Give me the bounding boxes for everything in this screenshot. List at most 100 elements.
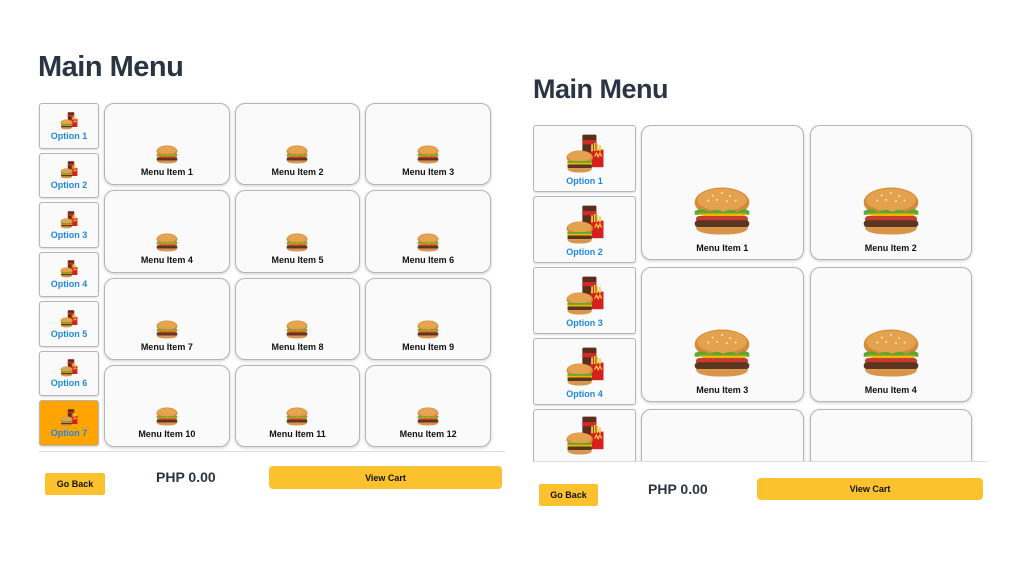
menu-item-tile[interactable]: Menu Item 1 bbox=[641, 125, 804, 260]
burger-meal-icon bbox=[59, 358, 79, 378]
category-option-4[interactable]: Option 4 bbox=[39, 251, 99, 297]
menu-item-tile[interactable]: Menu Item 9 bbox=[365, 277, 491, 360]
burger-meal-icon bbox=[563, 203, 607, 247]
go-back-button[interactable]: Go Back bbox=[45, 473, 105, 495]
burger-meal-icon bbox=[563, 274, 607, 318]
menu-item-label: Menu Item 9 bbox=[402, 341, 455, 352]
burger-meal-icon bbox=[563, 132, 607, 176]
burger-icon bbox=[155, 407, 179, 426]
menu-item-tile[interactable]: Menu Item 10 bbox=[104, 364, 230, 447]
option-label: Option 3 bbox=[566, 317, 603, 328]
category-option-5[interactable]: Option 5 bbox=[39, 301, 99, 347]
footer-divider bbox=[39, 451, 505, 452]
burger-icon bbox=[285, 320, 309, 339]
menu-item-label: Menu Item 3 bbox=[696, 385, 749, 395]
menu-item-tile[interactable]: Menu Item 1 bbox=[104, 103, 230, 186]
burger-icon bbox=[285, 145, 309, 164]
burger-icon bbox=[285, 233, 309, 252]
menu-item-tile[interactable]: Menu Item 11 bbox=[234, 364, 361, 447]
category-option-2[interactable]: Option 2 bbox=[533, 196, 636, 263]
menu-item-tile[interactable]: Menu Item 7 bbox=[104, 277, 230, 360]
menu-item-label: Menu Item 1 bbox=[696, 243, 749, 253]
burger-meal-icon bbox=[59, 309, 79, 329]
option-label: Option 2 bbox=[566, 246, 603, 257]
burger-icon bbox=[860, 186, 922, 236]
category-option-5[interactable] bbox=[533, 409, 636, 461]
burger-icon bbox=[416, 145, 440, 164]
menu-item-label: Menu Item 3 bbox=[402, 167, 455, 178]
scroll-viewport[interactable]: Option 1 Option 2 Option 3 Option 4 Menu… bbox=[533, 125, 978, 461]
menu-item-label: Menu Item 8 bbox=[271, 341, 324, 352]
category-option-6[interactable]: Option 6 bbox=[39, 350, 99, 396]
cart-total: PHP 0.00 bbox=[156, 469, 216, 485]
burger-meal-icon bbox=[59, 259, 79, 279]
option-label: Option 1 bbox=[50, 130, 88, 141]
page-title: Main Menu bbox=[533, 74, 669, 104]
menu-item-label: Menu Item 11 bbox=[269, 429, 326, 439]
category-option-3[interactable]: Option 3 bbox=[39, 202, 99, 248]
burger-meal-icon bbox=[563, 414, 607, 458]
category-option-2[interactable]: Option 2 bbox=[39, 152, 99, 198]
option-label: Option 3 bbox=[50, 229, 88, 240]
menu-item-grid: Menu Item 1 Menu Item 2 Menu Item 3 Menu… bbox=[641, 125, 972, 461]
option-label: Option 7 bbox=[50, 427, 88, 438]
burger-meal-icon bbox=[59, 408, 79, 428]
menu-item-label: Menu Item 10 bbox=[138, 429, 196, 439]
menu-item-tile[interactable]: Menu Item 2 bbox=[234, 103, 361, 186]
burger-icon bbox=[155, 145, 179, 164]
option-label: Option 2 bbox=[50, 180, 88, 191]
menu-item-label: Menu Item 2 bbox=[271, 167, 324, 178]
burger-meal-icon bbox=[563, 345, 607, 389]
category-sidebar: Option 1 Option 2 Option 3 Option 4 Opti… bbox=[39, 103, 99, 446]
burger-icon bbox=[155, 233, 179, 252]
option-label: Option 4 bbox=[566, 388, 603, 399]
burger-icon bbox=[285, 407, 309, 426]
menu-item-label: Menu Item 4 bbox=[140, 254, 193, 265]
menu-item-tile[interactable]: Menu Item 8 bbox=[234, 277, 361, 360]
option-label: Option 5 bbox=[50, 328, 88, 339]
burger-icon bbox=[416, 407, 440, 426]
category-option-3[interactable]: Option 3 bbox=[533, 267, 636, 334]
category-option-1[interactable]: Option 1 bbox=[533, 125, 636, 192]
option-label: Option 1 bbox=[566, 175, 603, 186]
view-cart-button[interactable]: View Cart bbox=[269, 466, 502, 489]
menu-item-tile[interactable] bbox=[641, 409, 804, 461]
menu-item-label: Menu Item 4 bbox=[864, 385, 917, 395]
burger-icon bbox=[691, 328, 753, 378]
menu-item-label: Menu Item 5 bbox=[271, 254, 324, 265]
page-title: Main Menu bbox=[38, 51, 184, 83]
menu-item-label: Menu Item 6 bbox=[402, 254, 455, 265]
burger-icon bbox=[860, 328, 922, 378]
category-option-4[interactable]: Option 4 bbox=[533, 338, 636, 405]
footer-divider bbox=[533, 461, 987, 462]
burger-icon bbox=[155, 320, 179, 339]
category-option-7[interactable]: Option 7 bbox=[39, 400, 99, 446]
menu-item-tile[interactable]: Menu Item 4 bbox=[104, 190, 230, 273]
burger-icon bbox=[416, 320, 440, 339]
menu-item-tile[interactable]: Menu Item 3 bbox=[365, 103, 491, 186]
option-label: Option 6 bbox=[50, 378, 88, 389]
menu-item-tile[interactable]: Menu Item 5 bbox=[234, 190, 361, 273]
menu-item-tile[interactable] bbox=[809, 409, 972, 461]
go-back-button[interactable]: Go Back bbox=[539, 484, 598, 506]
menu-item-grid: Menu Item 1 Menu Item 2 Menu Item 3 Menu… bbox=[104, 103, 491, 447]
menu-item-tile[interactable]: Menu Item 6 bbox=[365, 190, 491, 273]
menu-item-tile[interactable]: Menu Item 2 bbox=[809, 125, 972, 260]
menu-item-label: Menu Item 12 bbox=[399, 429, 457, 439]
burger-meal-icon bbox=[59, 111, 79, 131]
option-label: Option 4 bbox=[50, 279, 88, 290]
menu-item-label: Menu Item 1 bbox=[140, 167, 193, 178]
category-sidebar: Option 1 Option 2 Option 3 Option 4 bbox=[533, 125, 636, 461]
burger-icon bbox=[691, 186, 753, 236]
menu-item-tile[interactable]: Menu Item 4 bbox=[809, 267, 972, 402]
burger-meal-icon bbox=[59, 210, 79, 230]
view-cart-button[interactable]: View Cart bbox=[757, 478, 983, 500]
menu-item-tile[interactable]: Menu Item 3 bbox=[641, 267, 804, 402]
menu-item-label: Menu Item 7 bbox=[140, 341, 193, 352]
menu-item-label: Menu Item 2 bbox=[864, 243, 917, 253]
burger-icon bbox=[416, 233, 440, 252]
menu-item-tile[interactable]: Menu Item 12 bbox=[365, 364, 491, 447]
category-option-1[interactable]: Option 1 bbox=[39, 103, 99, 149]
cart-total: PHP 0.00 bbox=[648, 481, 708, 497]
burger-meal-icon bbox=[59, 160, 79, 180]
